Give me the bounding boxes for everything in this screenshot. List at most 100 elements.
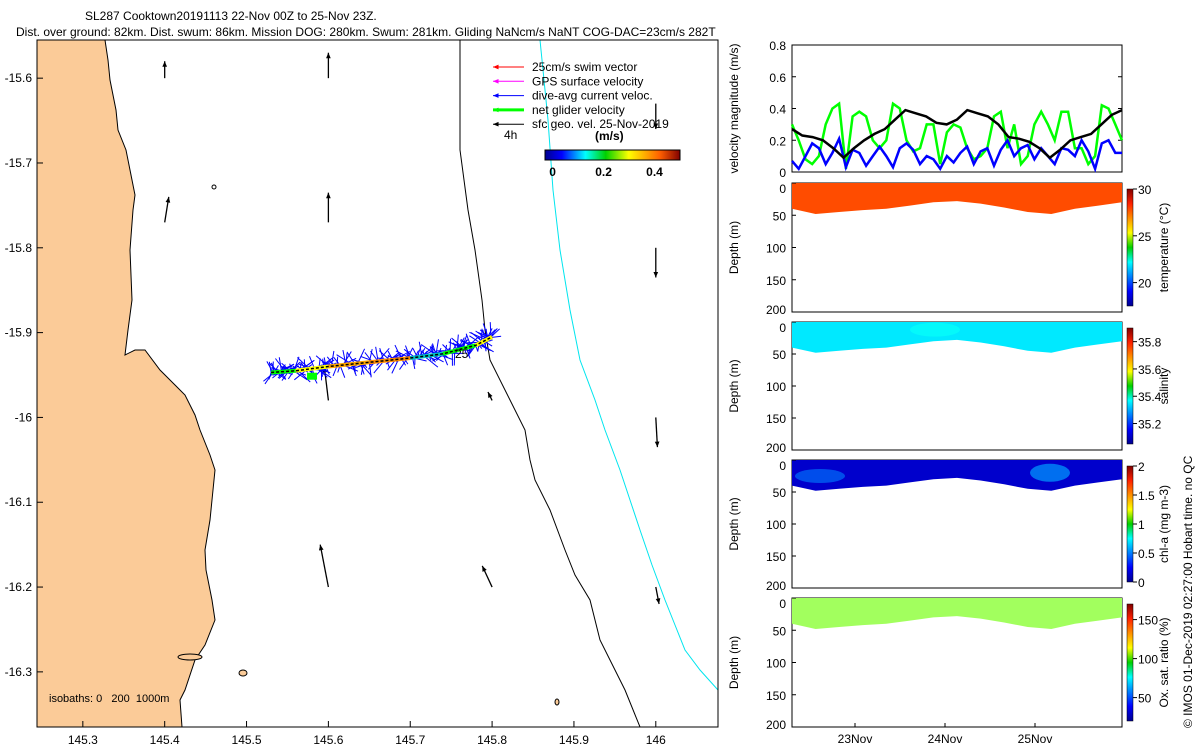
y-axis-label: Depth (m) bbox=[727, 497, 741, 550]
y-tick-label: -15.7 bbox=[5, 156, 33, 170]
y-tick-label: 0 bbox=[779, 597, 786, 611]
colorbar-tick-label: 0.4 bbox=[646, 165, 663, 179]
net-velocity-marker bbox=[307, 372, 318, 380]
chl-patch bbox=[1030, 463, 1070, 482]
colorbar-tick-label: 100 bbox=[1138, 653, 1158, 667]
time-marker: 4h bbox=[504, 128, 517, 142]
y-tick-label: 50 bbox=[773, 209, 787, 223]
glider-speed-segment bbox=[369, 356, 411, 365]
geo-velocity-arrow-head bbox=[318, 544, 324, 551]
land bbox=[37, 40, 216, 727]
y-tick-label: -16.3 bbox=[5, 665, 33, 679]
colorbar-tick-label: 0 bbox=[549, 165, 556, 179]
chl-patch bbox=[795, 469, 845, 483]
figure: SL287 Cooktown20191113 22-Nov 00Z to 25-… bbox=[5, 9, 1195, 747]
legend-label: GPS surface velocity bbox=[532, 74, 643, 88]
geo-velocity-arrow-head bbox=[655, 598, 661, 605]
island bbox=[211, 184, 217, 190]
geo-velocity-arrow-head bbox=[326, 192, 331, 199]
y-tick-label: -16 bbox=[15, 410, 33, 424]
y-tick-label: 200 bbox=[766, 303, 786, 317]
isobath-1000m bbox=[539, 40, 718, 691]
colorbar-tick-label: 1 bbox=[1138, 518, 1145, 532]
title-line-2: Dist. over ground: 82km. Dist. swum: 86k… bbox=[16, 25, 716, 39]
island bbox=[177, 653, 203, 661]
geo-velocity-arrow bbox=[319, 544, 330, 588]
y-tick-label: 0 bbox=[779, 321, 786, 335]
y-tick-label: -15.8 bbox=[5, 241, 33, 255]
y-tick-label: 50 bbox=[773, 486, 787, 500]
geo-velocity-arrow-head bbox=[165, 196, 171, 203]
legend-arrow-head bbox=[493, 93, 499, 98]
x-tick-label: 145.8 bbox=[477, 733, 507, 747]
island bbox=[238, 669, 248, 677]
speed-colorbar bbox=[544, 149, 681, 161]
geo-velocity-arrow-head bbox=[653, 271, 659, 278]
colorbar-tick-label: 150 bbox=[1138, 614, 1158, 628]
y-tick-label: 200 bbox=[766, 718, 786, 732]
track-map: 145.3 145.4 145.5 145.6 145.7 145.8 145.9 146 -1… bbox=[5, 39, 719, 747]
y-tick-label: -15.9 bbox=[5, 326, 33, 340]
y-tick-label: 150 bbox=[766, 274, 786, 288]
y-tick-label: -15.6 bbox=[5, 71, 33, 85]
colorbar-label: chl-a (mg m-3) bbox=[1157, 485, 1171, 563]
y-axis-label: Depth (m) bbox=[727, 636, 741, 689]
colorbar-tick-label: 50 bbox=[1138, 692, 1152, 706]
colorbar-tick-label: 2 bbox=[1138, 460, 1145, 474]
y-tick-label: 100 bbox=[766, 242, 786, 256]
x-tick-label: 23Nov bbox=[838, 732, 873, 746]
track-label: 25 bbox=[455, 347, 469, 361]
colorbar-tick-label: 35.2 bbox=[1138, 418, 1162, 432]
y-tick-label: 0 bbox=[779, 182, 786, 196]
y-tick-label: 0.8 bbox=[769, 39, 786, 53]
y-axis-label: velocity magnitude (m/s) bbox=[727, 43, 741, 173]
colorbar-tick-label: 30 bbox=[1138, 183, 1152, 197]
legend-arrow-head bbox=[493, 78, 499, 84]
colorbar-tick-label: 25 bbox=[1138, 230, 1152, 244]
isobaths-label: isobaths: 0 200 1000m bbox=[49, 693, 169, 705]
colorbar-label: salinity bbox=[1157, 368, 1171, 405]
legend-label: 25cm/s swim vector bbox=[532, 60, 637, 74]
legend-arrow-head bbox=[493, 107, 499, 113]
salinity-colorbar bbox=[1126, 327, 1134, 445]
colorbar-unit: (m/s) bbox=[595, 129, 624, 143]
x-tick-label: 146 bbox=[646, 733, 666, 747]
colorbar-tick-label: 0.5 bbox=[1138, 547, 1155, 561]
y-tick-label: -16.1 bbox=[5, 495, 33, 509]
y-tick-label: 0.2 bbox=[769, 134, 786, 148]
y-axis-label: Depth (m) bbox=[727, 359, 741, 412]
colorbar-tick-label: 35.8 bbox=[1138, 336, 1162, 350]
x-tick-label: 145.6 bbox=[313, 733, 343, 747]
oxygen-colorbar bbox=[1126, 603, 1134, 722]
x-tick-label: 145.4 bbox=[150, 733, 180, 747]
colorbar-tick-label: 1.5 bbox=[1138, 489, 1155, 503]
x-tick-label: 24Nov bbox=[928, 732, 963, 746]
y-tick-label: 150 bbox=[766, 550, 786, 564]
legend-label: net glider velocity bbox=[532, 103, 625, 117]
geo-velocity-arrow-head bbox=[654, 441, 660, 448]
geo-velocity-arrow-head bbox=[326, 52, 331, 59]
dac-vector bbox=[489, 322, 492, 338]
temperature-colorbar bbox=[1126, 188, 1134, 307]
colorbar-tick-label: 20 bbox=[1138, 277, 1152, 291]
y-tick-label: 150 bbox=[766, 689, 786, 703]
y-tick-label: 0.6 bbox=[769, 71, 786, 85]
dac-vector bbox=[490, 335, 502, 338]
y-tick-label: -16.2 bbox=[5, 580, 33, 594]
y-tick-label: 50 bbox=[773, 348, 787, 362]
title-line-1: SL287 Cooktown20191113 22-Nov 00Z to 25-… bbox=[85, 9, 377, 23]
colorbar-tick-label: 0 bbox=[1138, 576, 1145, 590]
y-axis-label: Depth (m) bbox=[727, 221, 741, 274]
colorbar-label: Ox. sat. ratio (%) bbox=[1157, 617, 1171, 707]
footer-credit: © IMOS 01-Dec-2019 02:27:00 Hobart time.… bbox=[1181, 455, 1195, 728]
y-tick-label: 0 bbox=[779, 166, 786, 180]
chlorophyll-colorbar bbox=[1126, 465, 1134, 583]
salinity-patch bbox=[910, 322, 960, 337]
x-tick-label: 145.9 bbox=[559, 733, 589, 747]
y-tick-label: 0 bbox=[779, 459, 786, 473]
y-tick-label: 100 bbox=[766, 518, 786, 532]
y-tick-label: 200 bbox=[766, 441, 786, 455]
legend-arrow-head bbox=[493, 121, 499, 127]
y-tick-label: 0.4 bbox=[769, 103, 786, 117]
y-tick-label: 100 bbox=[766, 657, 786, 671]
